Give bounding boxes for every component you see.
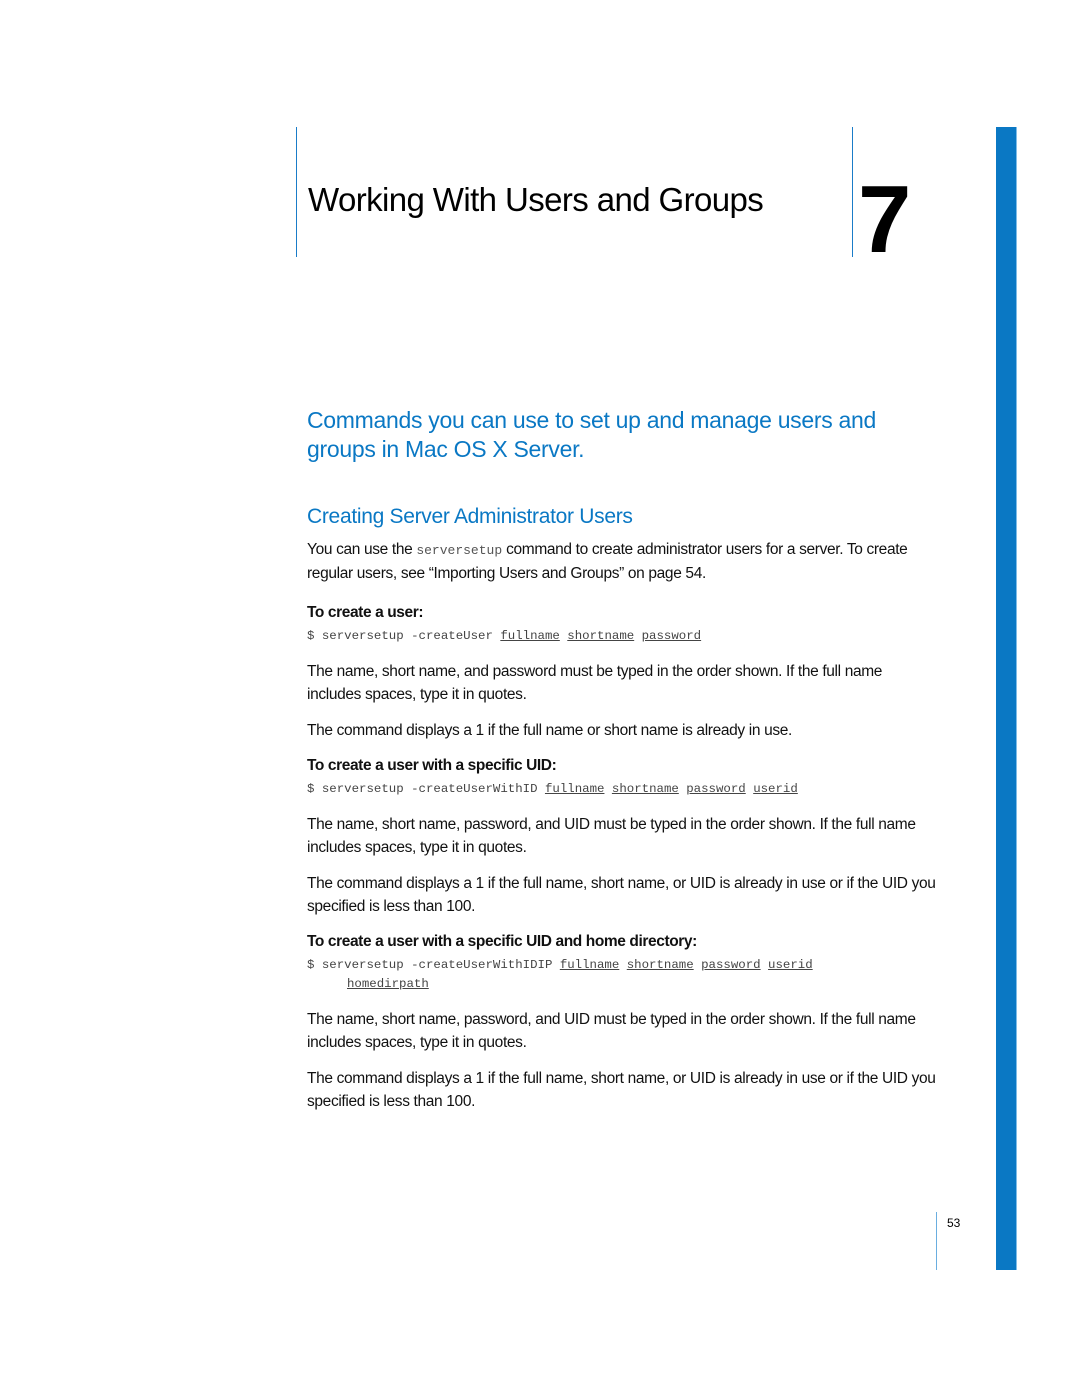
command-argument: fullname — [500, 629, 560, 643]
command-continuation: homedirpath — [307, 975, 937, 994]
command-argument: shortname — [626, 958, 694, 972]
section-intro: You can use the serversetup command to c… — [307, 538, 937, 585]
command-argument: userid — [753, 782, 798, 796]
command-prefix: $ serversetup -createUser — [307, 629, 493, 643]
chapter-number: 7 — [858, 166, 912, 273]
task-paragraph: The name, short name, password, and UID … — [307, 1011, 916, 1051]
chapter-title: Working With Users and Groups — [308, 181, 764, 218]
command-line: $ serversetup -createUserWithID fullname… — [307, 780, 937, 799]
command-argument: shortname — [567, 629, 635, 643]
task-paragraph: The command displays a 1 if the full nam… — [307, 1070, 936, 1110]
command-argument: homedirpath — [347, 977, 429, 991]
chapter-number-rule — [852, 127, 853, 257]
command-prefix: $ serversetup -createUserWithIDIP — [307, 958, 553, 972]
task-heading: To create a user with a specific UID: — [307, 757, 557, 774]
task-paragraph: The command displays a 1 if the full nam… — [307, 722, 792, 739]
inline-code-serversetup: serversetup — [416, 543, 503, 558]
section-heading: Creating Server Administrator Users — [307, 505, 633, 528]
command-line: $ serversetup -createUserWithIDIP fullna… — [307, 956, 937, 994]
task-paragraph: The name, short name, password, and UID … — [307, 816, 916, 856]
command-line: $ serversetup -createUser fullname short… — [307, 627, 937, 646]
chapter-intro: Commands you can use to set up and manag… — [307, 407, 876, 462]
command-argument: password — [701, 958, 761, 972]
command-argument: password — [686, 782, 746, 796]
command-argument: password — [641, 629, 702, 643]
command-argument: userid — [768, 958, 813, 972]
command-argument: fullname — [544, 782, 605, 796]
task-heading: To create a user: — [307, 604, 424, 621]
command-argument: fullname — [559, 958, 620, 972]
section-intro-text: You can use the — [307, 541, 417, 558]
task-list: To create a user: $ serversetup -createUs… — [307, 603, 937, 1113]
command-prefix: $ serversetup -createUserWithID — [307, 782, 538, 796]
command-argument: shortname — [611, 782, 679, 796]
task-heading: To create a user with a specific UID and… — [307, 933, 697, 950]
task-paragraph: The name, short name, and password must … — [307, 663, 883, 703]
chapter-tab-bar — [996, 127, 1017, 1270]
task-paragraph: The command displays a 1 if the full nam… — [307, 875, 936, 915]
page-number: 53 — [947, 1216, 961, 1230]
main-content: Creating Server Administrator Users You … — [307, 502, 937, 1126]
title-rule — [296, 127, 297, 257]
folio-rule — [936, 1212, 937, 1270]
